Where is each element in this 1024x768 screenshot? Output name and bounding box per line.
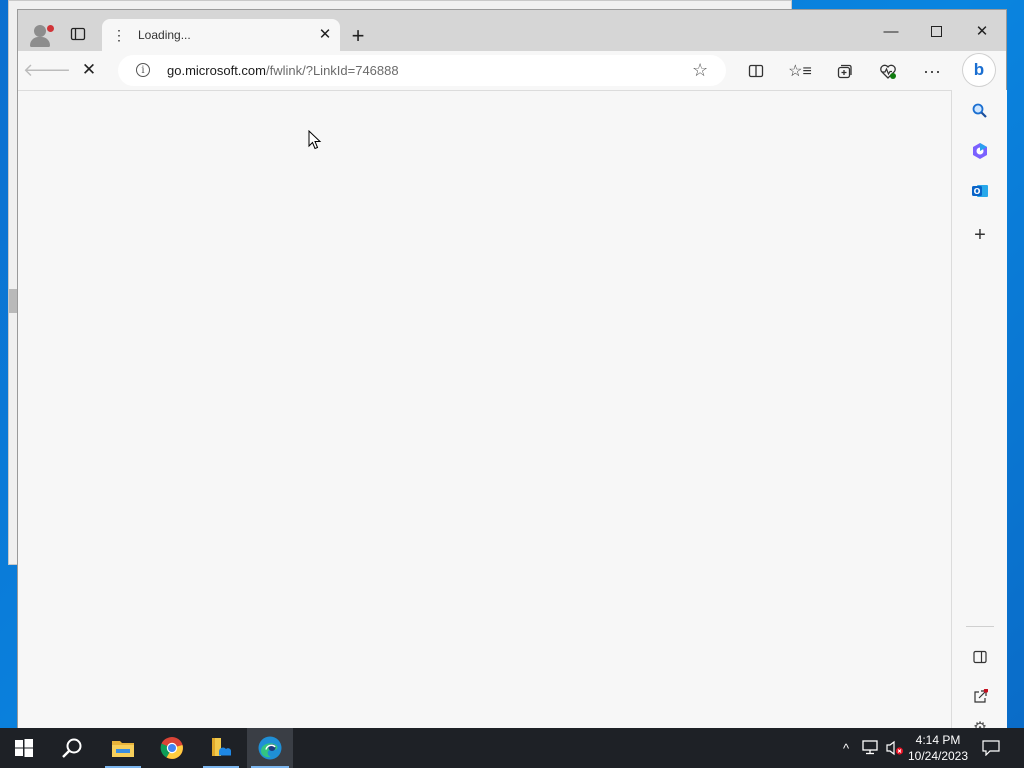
action-center-button[interactable] xyxy=(978,728,1004,768)
profile-icon xyxy=(34,25,46,37)
tab-loading[interactable]: ⋮ Loading... ✕ xyxy=(102,19,340,51)
favorites-icon: ☆≡ xyxy=(788,63,812,80)
more-button[interactable]: ··· xyxy=(919,59,945,83)
clock-time: 4:14 PM xyxy=(915,733,961,747)
sidebar-outlook-button[interactable]: O xyxy=(966,178,994,204)
tab-bar: ⋮ Loading... ✕ + — ✕ xyxy=(18,10,1006,51)
new-tab-button[interactable]: + xyxy=(344,23,372,49)
sidebar-search-button[interactable] xyxy=(966,98,994,124)
split-screen-button[interactable] xyxy=(743,59,769,83)
external-link-icon xyxy=(974,689,988,703)
hide-sidebar-icon xyxy=(973,650,987,664)
network-button[interactable] xyxy=(860,728,882,768)
address-host: go.microsoft.com xyxy=(167,63,266,78)
edge-icon xyxy=(258,736,282,760)
browser-essentials-button[interactable] xyxy=(875,59,901,83)
maximize-button[interactable] xyxy=(914,20,958,42)
start-button[interactable] xyxy=(0,728,48,768)
clock-date: 10/24/2023 xyxy=(907,749,969,763)
sidebar-copilot-button[interactable] xyxy=(966,138,994,164)
collections-button[interactable] xyxy=(831,59,857,83)
taskbar-chrome[interactable] xyxy=(150,728,194,768)
taskbar-edge[interactable] xyxy=(247,728,293,768)
favorites-button[interactable]: ☆≡ xyxy=(787,59,813,83)
start-icon xyxy=(15,739,33,757)
page-content[interactable] xyxy=(18,91,951,728)
add-icon: + xyxy=(974,223,986,246)
bing-icon: b xyxy=(973,60,985,79)
minimize-button[interactable]: — xyxy=(869,20,913,42)
maximize-icon xyxy=(930,25,942,37)
tray-overflow-button[interactable]: ^ xyxy=(836,728,856,768)
address-url: go.microsoft.com/fwlink/?LinkId=746888 xyxy=(167,63,399,78)
file-explorer-icon xyxy=(112,741,134,757)
back-button[interactable]: 🡐 xyxy=(23,59,71,81)
edge-sidebar: O + ⚙ xyxy=(951,90,1007,728)
split-screen-icon xyxy=(748,64,764,78)
volume-button[interactable] xyxy=(884,728,906,768)
taskbar-file-explorer[interactable] xyxy=(101,728,145,768)
profile-icon-body xyxy=(30,37,50,47)
taskbar-search-button[interactable] xyxy=(50,728,94,768)
site-info-icon[interactable]: i xyxy=(136,63,150,77)
chevron-up-icon: ^ xyxy=(842,740,850,756)
taskbar-files[interactable] xyxy=(199,728,243,768)
taskbar: ^ 4:14 PM 10/24/2023 xyxy=(0,728,1024,768)
mouse-cursor-icon xyxy=(308,130,322,150)
settings-icon: ⚙ xyxy=(973,718,987,728)
search-icon xyxy=(62,738,82,758)
volume-muted-icon xyxy=(886,740,904,756)
loading-spinner-icon: ⋮ xyxy=(112,27,126,43)
hide-sidebar-button[interactable] xyxy=(966,644,994,670)
address-bar[interactable]: i go.microsoft.com/fwlink/?LinkId=746888… xyxy=(118,55,726,86)
browser-essentials-icon xyxy=(880,64,896,79)
collections-icon xyxy=(837,64,852,78)
notifications-icon xyxy=(982,740,1000,756)
notification-dot xyxy=(46,24,55,33)
favorite-star-icon[interactable]: ☆ xyxy=(692,60,708,81)
files-icon xyxy=(212,738,232,756)
background-window-edge xyxy=(9,289,18,313)
sidebar-divider xyxy=(966,626,994,627)
outlook-icon: O xyxy=(972,185,988,197)
edge-browser-window: ⋮ Loading... ✕ + — ✕ 🡐 ✕ i go.microsoft.… xyxy=(18,10,1007,728)
tab-actions-button[interactable] xyxy=(65,21,91,47)
external-link-button[interactable] xyxy=(966,684,994,710)
tab-title: Loading... xyxy=(138,28,191,42)
stop-loading-button[interactable]: ✕ xyxy=(76,59,102,81)
tab-close-icon[interactable]: ✕ xyxy=(316,26,334,44)
copilot-icon xyxy=(973,143,987,159)
network-icon xyxy=(862,740,878,755)
chrome-icon xyxy=(160,737,183,759)
close-window-button[interactable]: ✕ xyxy=(960,20,1004,42)
tab-actions-icon xyxy=(70,27,86,41)
sidebar-settings-button[interactable]: ⚙ xyxy=(966,718,994,728)
profile-button[interactable] xyxy=(25,20,55,50)
toolbar: 🡐 ✕ i go.microsoft.com/fwlink/?LinkId=74… xyxy=(18,51,1006,91)
sidebar-add-button[interactable]: + xyxy=(966,222,994,248)
more-icon: ··· xyxy=(923,60,941,81)
bing-chat-button[interactable]: b xyxy=(963,54,995,86)
search-icon xyxy=(972,103,987,118)
taskbar-clock[interactable]: 4:14 PM 10/24/2023 xyxy=(906,732,970,764)
address-path: /fwlink/?LinkId=746888 xyxy=(265,63,399,78)
svg-text:O: O xyxy=(974,187,981,196)
